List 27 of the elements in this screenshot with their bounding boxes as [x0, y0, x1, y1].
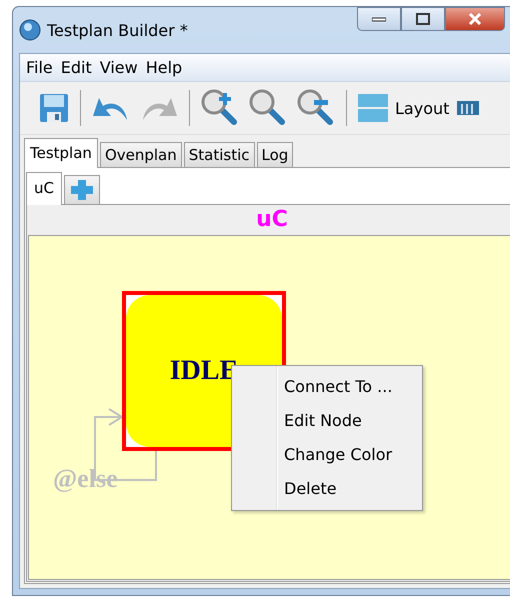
window-title: Testplan Builder * [47, 20, 188, 40]
layout-icon [357, 93, 389, 123]
menu-item[interactable]: Edit [60, 58, 92, 77]
close-icon [468, 13, 482, 25]
tab[interactable]: Log [256, 142, 294, 167]
zoom-in-icon[interactable] [200, 88, 240, 128]
maximize-icon [416, 13, 430, 25]
tab[interactable]: Ovenplan [100, 142, 182, 167]
save-icon[interactable] [38, 92, 70, 124]
menu-item[interactable]: File [26, 58, 53, 77]
menu-item[interactable]: Delete [232, 472, 422, 506]
add-tab[interactable] [64, 175, 100, 204]
menu-item[interactable]: Help [146, 58, 182, 77]
minimize-icon [372, 16, 386, 22]
grid-icon[interactable] [457, 101, 480, 115]
panel-title: uC [256, 206, 288, 234]
app-icon [19, 19, 41, 41]
tab[interactable]: uC [26, 172, 62, 205]
maximize-button[interactable] [401, 7, 445, 31]
tab[interactable]: Testplan [24, 138, 98, 168]
layout-button[interactable]: Layout [357, 93, 450, 123]
zoom-out-icon[interactable] [296, 88, 336, 128]
minimize-button[interactable] [357, 7, 401, 31]
tab[interactable]: Statistic [184, 142, 255, 167]
close-button[interactable] [445, 7, 505, 31]
menu-item[interactable]: View [100, 58, 138, 77]
magnifier-icon[interactable] [248, 88, 288, 128]
